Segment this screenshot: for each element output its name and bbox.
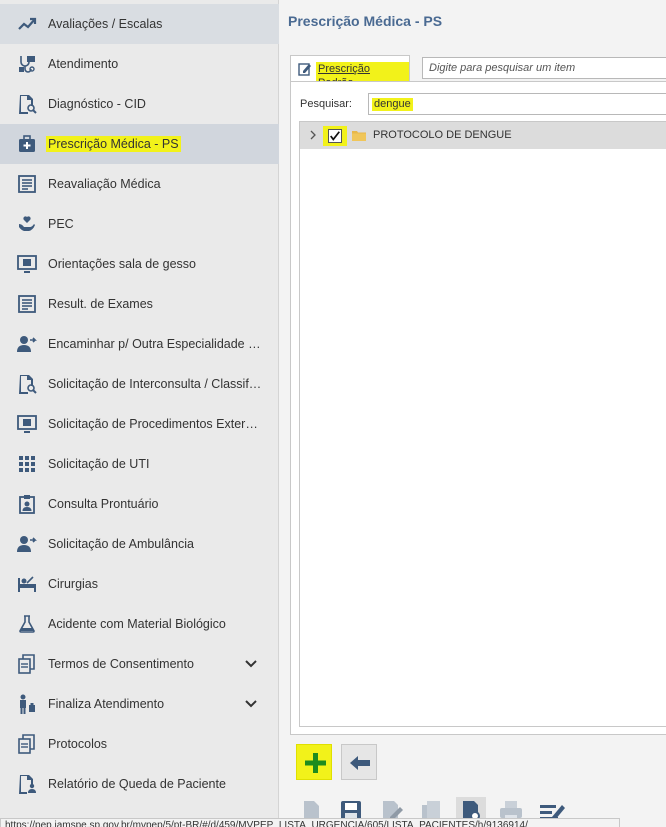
tree-checkbox[interactable] [328,129,342,143]
sidebar-item-label: Consulta Prontuário [48,497,159,511]
search-label: Pesquisar: [300,98,352,110]
sidebar-item-avaliacoes[interactable]: Avaliações / Escalas [0,4,279,44]
sidebar-item-diagnostico[interactable]: Diagnóstico - CID [0,84,279,124]
surgery-bed-icon [16,573,38,595]
tree-row[interactable]: PROTOCOLO DE DENGUE [300,122,666,149]
sidebar-item-label: Protocolos [48,737,108,751]
prescription-panel: Pesquisar: dengue PROTOCOLO DE DENGUE [290,81,666,735]
sidebar-item-label: Relatório de Queda de Paciente [48,777,226,791]
sidebar-item-relatorio-queda[interactable]: Relatório de Queda de Paciente [0,764,279,804]
sidebar-item-acidente[interactable]: Acidente com Material Biológico [0,604,279,644]
sidebar-item-procedimentos[interactable]: Solicitação de Procedimentos Externo... [0,404,279,444]
sidebar-item-reavaliacao[interactable]: Reavaliação Médica [0,164,279,204]
clipboard-user-icon [16,493,38,515]
status-bar-url: https://pep.iamspe.sp.gov.br/mvpep/5/pt-… [0,818,620,827]
report-icon [16,173,38,195]
sidebar-item-protocolos[interactable]: Protocolos [0,724,279,764]
user-forward-icon [16,333,38,355]
monitor-doc-icon [16,413,38,435]
trend-chart-icon [16,13,38,35]
grid-icon [16,453,38,475]
back-button[interactable] [341,744,377,780]
sidebar-item-label: Orientações sala de gesso [48,257,197,271]
document-search-icon [16,93,38,115]
tree-item-label: PROTOCOLO DE DENGUE [373,129,512,141]
monitor-doc-icon [16,253,38,275]
sidebar-item-label: Atendimento [48,57,119,71]
sidebar-item-prescricao[interactable]: Prescrição Médica - PS [0,124,279,164]
protocol-tree: PROTOCOLO DE DENGUE [299,121,666,727]
documents-icon [16,653,38,675]
sidebar-item-uti[interactable]: Solicitação de UTI [0,444,279,484]
search-input[interactable]: dengue [368,93,666,115]
sidebar-item-label: Solicitação de Ambulância [48,537,194,551]
sidebar-item-label: Avaliações / Escalas [48,17,163,31]
chevron-right-icon[interactable] [308,130,318,140]
sidebar-item-atendimento[interactable]: Atendimento [0,44,279,84]
user-forward-icon [16,533,38,555]
sidebar-item-prontuario[interactable]: Consulta Prontuário [0,484,279,524]
search-value: dengue [372,98,413,111]
item-search-input[interactable] [422,57,666,79]
person-walk-icon [16,693,38,715]
stethoscope-icon [16,53,38,75]
sidebar-item-label: Encaminhar p/ Outra Especialidade PS [48,337,262,351]
sidebar-item-cirurgias[interactable]: Cirurgias [0,564,279,604]
sidebar-item-orientacoes[interactable]: Orientações sala de gesso [0,244,279,284]
arrow-left-icon [350,756,370,770]
sidebar-item-label: Diagnóstico - CID [48,97,146,111]
sidebar-item-encaminhar[interactable]: Encaminhar p/ Outra Especialidade PS [0,324,279,364]
documents-icon [16,733,38,755]
plus-icon [305,753,326,773]
checkmark-icon [330,131,340,141]
flask-icon [16,613,38,635]
sidebar-item-label: PEC [48,217,74,231]
sidebar-item-ambulancia[interactable]: Solicitação de Ambulância [0,524,279,564]
sidebar-item-label: Reavaliação Médica [48,177,161,191]
document-search-icon [16,373,38,395]
sidebar-item-label: Cirurgias [48,577,99,591]
medical-bag-icon [16,133,38,155]
sidebar: Avaliações / Escalas Atendimento Diagnós… [0,0,279,827]
chevron-down-icon[interactable] [243,656,259,672]
sidebar-item-label: Result. de Exames [48,297,153,311]
sidebar-item-label: Acidente com Material Biológico [48,617,226,631]
sidebar-item-label: Solicitação de Procedimentos Externo... [48,417,262,431]
tab-prescricao-padrao[interactable]: Prescrição Padrão [290,55,410,90]
edit-document-icon [298,63,311,76]
sidebar-item-pec[interactable]: PEC [0,204,279,244]
sidebar-item-label: Prescrição Médica - PS [46,136,181,152]
hand-heart-icon [16,213,38,235]
doc-user-icon [16,773,38,795]
sidebar-item-label: Finaliza Atendimento [48,697,165,711]
sidebar-item-finaliza[interactable]: Finaliza Atendimento [0,684,279,724]
sidebar-item-label: Solicitação de Interconsulta / Classific… [48,377,262,391]
page-title: Prescrição Médica - PS [288,13,443,29]
sidebar-item-label: Solicitação de UTI [48,457,150,471]
sidebar-item-result-exames[interactable]: Result. de Exames [0,284,279,324]
folder-icon [352,131,366,141]
report-icon [16,293,38,315]
sidebar-item-label: Termos de Consentimento [48,657,194,671]
main-content: Prescrição Médica - PS Prescrição Padrão… [279,0,666,827]
add-button[interactable] [296,744,332,780]
chevron-down-icon[interactable] [243,696,259,712]
sidebar-item-termos[interactable]: Termos de Consentimento [0,644,279,684]
sidebar-item-interconsulta[interactable]: Solicitação de Interconsulta / Classific… [0,364,279,404]
